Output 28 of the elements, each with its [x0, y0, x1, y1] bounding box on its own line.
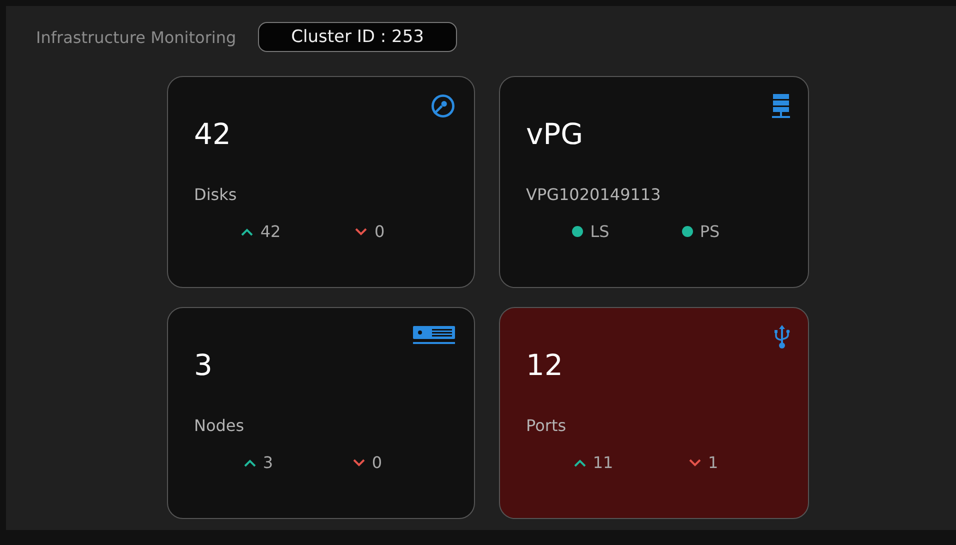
card-label: VPG1020149113 — [526, 185, 662, 204]
up-caret-icon — [241, 228, 254, 236]
status-label: PS — [700, 222, 720, 241]
card-label: Nodes — [194, 416, 246, 435]
section-title: Infrastructure Monitoring — [36, 28, 236, 46]
server-rack-icon — [772, 93, 790, 119]
card-value: 42 — [194, 117, 231, 151]
up-count: 3 — [262, 453, 274, 472]
down-count: 0 — [374, 222, 385, 241]
usb-icon — [774, 324, 790, 350]
up-count: 42 — [260, 222, 281, 241]
server-unit-icon — [412, 324, 456, 346]
down-caret-icon — [352, 458, 365, 466]
status-label: LS — [590, 222, 610, 241]
down-count: 0 — [372, 453, 382, 472]
down-caret-icon — [688, 458, 701, 466]
cluster-id-badge: Cluster ID : 253 — [258, 22, 457, 52]
up-caret-icon — [244, 458, 256, 466]
card-value: 3 — [194, 348, 212, 382]
disk-icon — [430, 93, 456, 119]
down-caret-icon — [355, 228, 368, 236]
card-value: vPG — [526, 117, 584, 151]
down-count: 1 — [708, 453, 718, 472]
up-count: 11 — [592, 453, 614, 472]
card-label: Disks — [194, 185, 238, 204]
card-label: Ports — [526, 416, 568, 435]
up-caret-icon — [574, 458, 586, 466]
card-value: 12 — [526, 348, 563, 382]
